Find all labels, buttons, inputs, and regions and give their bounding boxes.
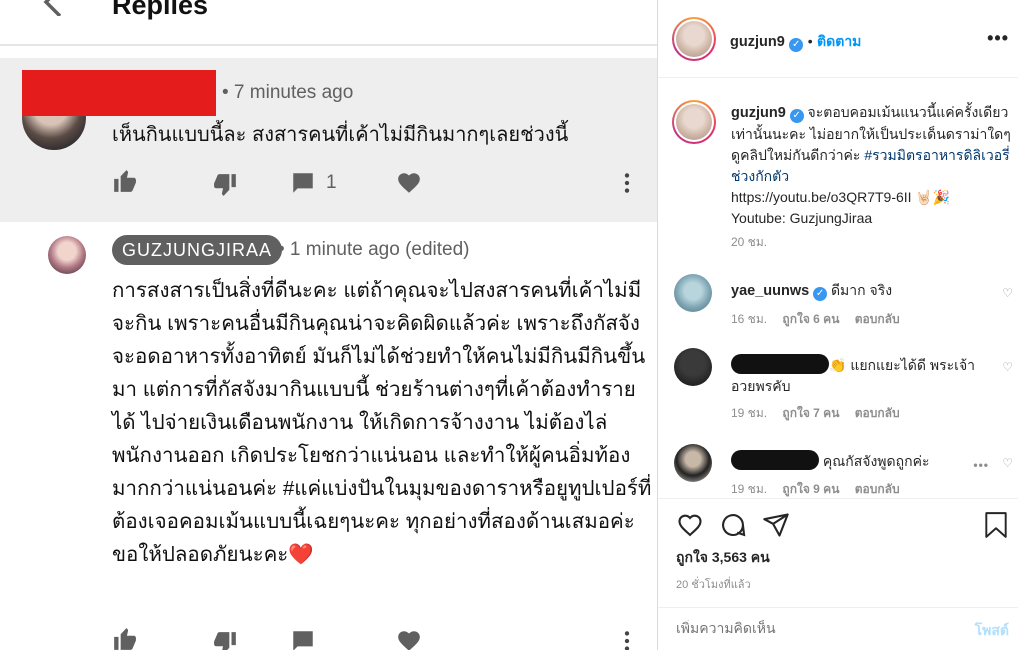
comment-text: คุณกัสจังพูดถูกค่ะ <box>731 450 991 472</box>
comment-reply-button[interactable]: ตอบกลับ <box>855 482 900 496</box>
redacted-username <box>22 70 216 116</box>
comment-time: 19 ชม. <box>731 406 768 420</box>
share-send-icon[interactable] <box>762 511 790 539</box>
caption-link-emoji: 🤘🏻🎉 <box>911 189 951 205</box>
comment-like-heart-icon[interactable]: ♡ <box>1002 456 1013 470</box>
thumbs-up-icon[interactable] <box>112 626 138 650</box>
comment-icon[interactable] <box>290 628 316 650</box>
post-image: Replies • 7 minutes ago เห็นกินแบบนี้ละ … <box>0 0 657 650</box>
more-vert-icon[interactable] <box>614 170 640 196</box>
comment-likes[interactable]: ถูกใจ 7 คน <box>782 406 839 420</box>
profile-avatar[interactable] <box>672 17 716 61</box>
thumbs-down-icon[interactable] <box>212 630 238 650</box>
comment-reply-button[interactable]: ตอบกลับ <box>855 406 900 420</box>
post-sidebar: guzjun9 ✓ • ติดตาม ••• guzjun9 ✓ จะตอบคอ… <box>657 0 1018 650</box>
more-vert-icon[interactable] <box>614 628 640 650</box>
verified-badge-icon: ✓ <box>789 109 804 123</box>
comments-area: guzjun9 ✓ จะตอบคอมเม้นแนวนี้แค่ครั้งเดีย… <box>658 78 1018 498</box>
reply-item: GUZJUNGJIRAA • 1 minute ago (edited) การ… <box>0 222 657 650</box>
reply-meta: • 7 minutes ago <box>222 82 354 103</box>
comment-meta: 19 ชม. ถูกใจ 7 คน ตอบกลับ <box>731 404 912 423</box>
caption-text: guzjun9 ✓ จะตอบคอมเม้นแนวนี้แค่ครั้งเดีย… <box>731 102 1013 229</box>
caption-time: 20 ชม. <box>731 235 768 249</box>
comment-item: 👏 แยกแยะได้ดี พระเจ้าอวยพรคับ 19 ชม. ถูก… <box>674 348 1018 420</box>
header-username[interactable]: guzjun9 <box>730 34 785 50</box>
comment-bubble-icon[interactable] <box>719 511 747 539</box>
caption-link[interactable]: https://youtu.be/o3QR7T9-6II <box>731 189 912 205</box>
comment-body: ดีมาก จริง <box>830 282 893 298</box>
header-user-line: guzjun9 ✓ • ติดตาม <box>730 31 861 53</box>
reply-actions: 1 <box>112 168 652 198</box>
comment-username[interactable]: yae_uunws <box>731 283 809 299</box>
caption-youtube-line: Youtube: GuzjungJiraa <box>731 210 873 226</box>
comment-likes[interactable]: ถูกใจ 6 คน <box>782 312 839 326</box>
heart-icon[interactable] <box>396 628 422 650</box>
redacted-username <box>731 450 819 470</box>
post-time: 20 ชั่วโมงที่แล้ว <box>676 579 751 591</box>
likes-count[interactable]: ถูกใจ 3,563 คน <box>676 547 770 569</box>
add-comment-bar: โพสต์ <box>658 607 1018 650</box>
reply-meta: • 1 minute ago (edited) <box>278 239 470 260</box>
add-comment-input[interactable] <box>676 620 936 636</box>
comment-avatar[interactable] <box>674 348 712 386</box>
reply-text: เห็นกินแบบนี้ละ สงสารคนที่เค้าไม่มีกินมา… <box>112 124 569 146</box>
comment-avatar[interactable] <box>674 274 712 312</box>
comment-meta: 16 ชม. ถูกใจ 6 คน ตอบกลับ <box>731 310 912 329</box>
reply-text-body: การสงสารเป็นสิ่งที่ดีนะคะ แต่ถ้าคุณจะไปส… <box>112 279 652 566</box>
comment-reply-button[interactable]: ตอบกลับ <box>855 312 900 326</box>
thumbs-down-icon[interactable] <box>212 172 238 198</box>
comment-more-icon[interactable]: ••• <box>973 458 989 472</box>
reply-text: การสงสารเป็นสิ่งที่ดีนะคะ แต่ถ้าคุณจะไปส… <box>112 274 652 571</box>
replies-header: Replies <box>0 0 657 46</box>
follow-button[interactable]: ติดตาม <box>817 33 861 49</box>
comment-time: 19 ชม. <box>731 482 768 496</box>
verified-badge-icon: ✓ <box>813 287 828 301</box>
author-chip[interactable]: GUZJUNGJIRAA <box>112 235 283 265</box>
comment-text: yae_uunws ✓ ดีมาก จริง <box>731 280 991 302</box>
like-heart-icon[interactable] <box>676 511 704 539</box>
comment-like-heart-icon[interactable]: ♡ <box>1002 360 1013 374</box>
post-header: guzjun9 ✓ • ติดตาม ••• <box>658 0 1018 78</box>
comment-meta: 19 ชม. ถูกใจ 9 คน ตอบกลับ <box>731 480 912 498</box>
more-options-icon[interactable]: ••• <box>987 28 1009 49</box>
comment-body: คุณกัสจังพูดถูกค่ะ <box>822 453 930 469</box>
post-actions: ถูกใจ 3,563 คน 20 ชั่วโมงที่แล้ว โพสต์ <box>658 498 1018 650</box>
comment-text: 👏 แยกแยะได้ดี พระเจ้าอวยพรคับ <box>731 354 991 397</box>
comment-like-heart-icon[interactable]: ♡ <box>1002 286 1013 300</box>
heart-emoji: ❤️ <box>288 543 314 566</box>
comment-item: yae_uunws ✓ ดีมาก จริง 16 ชม. ถูกใจ 6 คน… <box>674 274 1018 334</box>
comment-icon[interactable] <box>290 170 316 196</box>
heart-icon[interactable] <box>396 170 422 196</box>
reply-actions <box>112 626 652 650</box>
replies-title: Replies <box>112 0 209 20</box>
bookmark-icon[interactable] <box>983 511 1009 539</box>
comment-item: คุณกัสจังพูดถูกค่ะ 19 ชม. ถูกใจ 9 คน ตอบ… <box>674 444 1018 498</box>
comment-count: 1 <box>326 172 337 193</box>
reply-item: • 7 minutes ago เห็นกินแบบนี้ละ สงสารคนท… <box>0 58 657 222</box>
redacted-username <box>731 354 829 374</box>
comment-likes[interactable]: ถูกใจ 9 คน <box>782 482 839 496</box>
app-window: Replies • 7 minutes ago เห็นกินแบบนี้ละ … <box>0 0 1018 650</box>
back-arrow-icon[interactable] <box>40 0 70 16</box>
comment-time: 16 ชม. <box>731 312 768 326</box>
verified-badge-icon: ✓ <box>789 38 804 52</box>
post-comment-button[interactable]: โพสต์ <box>975 620 1009 642</box>
comment-avatar[interactable] <box>674 444 712 482</box>
avatar <box>48 236 86 274</box>
caption-username[interactable]: guzjun9 <box>731 105 786 121</box>
thumbs-up-icon[interactable] <box>112 168 138 194</box>
caption-avatar[interactable] <box>672 100 716 144</box>
header-separator: • <box>807 33 813 49</box>
